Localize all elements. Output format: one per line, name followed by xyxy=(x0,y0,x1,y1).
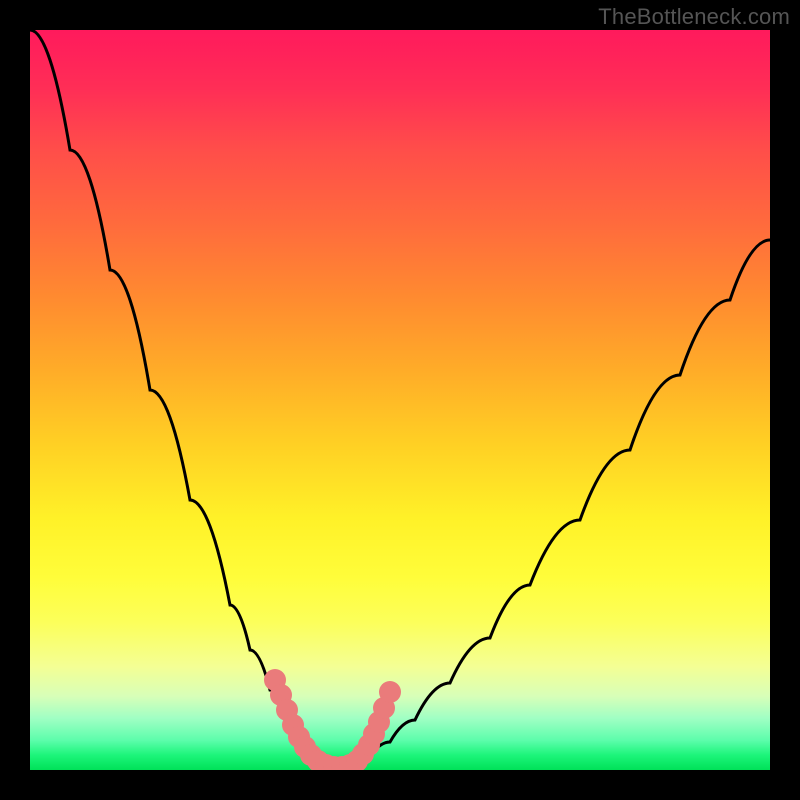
left-curve xyxy=(30,30,325,765)
marker-dot xyxy=(379,681,401,703)
chart-svg xyxy=(30,30,770,770)
plot-area xyxy=(30,30,770,770)
highlight-markers xyxy=(264,669,401,770)
watermark-text: TheBottleneck.com xyxy=(598,4,790,30)
right-curve xyxy=(358,240,770,765)
